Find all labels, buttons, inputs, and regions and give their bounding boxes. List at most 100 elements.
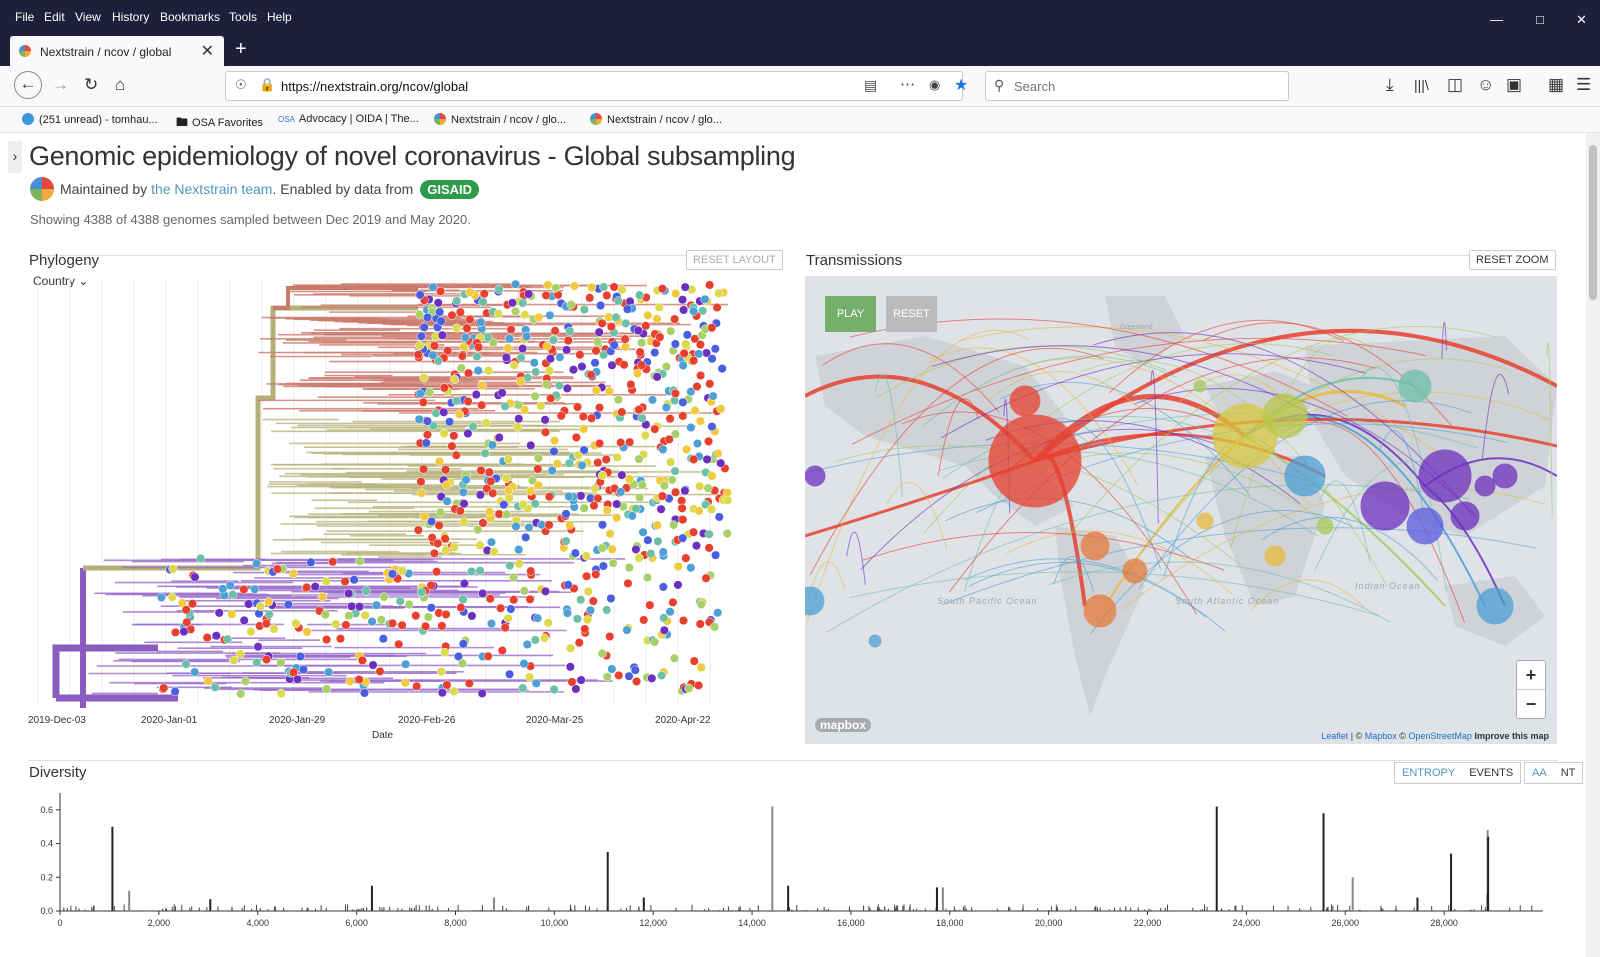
- reader-view-icon[interactable]: ▤: [864, 77, 877, 94]
- bookmark-star-icon[interactable]: ★: [954, 75, 968, 95]
- gisaid-logo[interactable]: GISAID: [420, 180, 480, 199]
- tree-tip: [695, 340, 705, 350]
- tree-tip: [179, 627, 189, 637]
- tree-tip: [574, 638, 584, 648]
- improve-map-link[interactable]: Improve this map: [1474, 731, 1549, 741]
- bookmark-advocacy[interactable]: OSA Advocacy | OIDA | The...: [278, 113, 419, 125]
- entropy-toggle[interactable]: ENTROPY: [1395, 767, 1462, 779]
- account-icon[interactable]: ☺: [1477, 75, 1494, 95]
- minimize-icon[interactable]: —: [1490, 12, 1503, 27]
- menu-edit[interactable]: Edit: [44, 10, 65, 24]
- tree-tip: [635, 493, 645, 503]
- tree-tip: [549, 684, 559, 694]
- tree-tip: [478, 518, 488, 528]
- tree-tip: [520, 310, 530, 320]
- search-box[interactable]: ⚲ Search: [985, 71, 1289, 101]
- tree-tip: [583, 586, 593, 596]
- map-label: South Atlantic Ocean: [1175, 596, 1280, 606]
- nt-toggle[interactable]: NT: [1554, 767, 1583, 779]
- page-scrollbar[interactable]: [1586, 133, 1600, 957]
- tree-tip: [583, 615, 593, 625]
- hamburger-menu-icon[interactable]: ☰: [1576, 75, 1591, 95]
- nextstrain-team-link[interactable]: the Nextstrain team: [151, 181, 272, 197]
- pocket-icon[interactable]: ◉: [929, 77, 940, 93]
- events-toggle[interactable]: EVENTS: [1462, 767, 1520, 779]
- tree-tip: [601, 454, 611, 465]
- aa-toggle[interactable]: AA: [1525, 767, 1554, 779]
- bookmark-osa-favorites[interactable]: 🖿 OSA Favorites: [176, 113, 263, 134]
- play-button[interactable]: PLAY: [825, 296, 876, 332]
- sidebar-icon[interactable]: ◫: [1447, 75, 1463, 95]
- shield-icon[interactable]: ☉: [235, 77, 247, 93]
- leaflet-link[interactable]: Leaflet: [1321, 731, 1348, 741]
- tree-tip: [264, 609, 274, 619]
- bookmark-nextstrain-2[interactable]: Nextstrain / ncov / glo...: [590, 113, 722, 126]
- menu-history[interactable]: History: [112, 10, 149, 24]
- diversity-chart[interactable]: 0.0 0.2 0.4 0.6 0 2,000 4,000 6,000 8,000 10,000 1…: [25, 785, 1585, 940]
- tree-tip: [544, 366, 554, 376]
- mapbox-logo[interactable]: mapbox: [815, 718, 872, 732]
- tree-tip: [524, 672, 534, 682]
- tree-tip: [695, 416, 705, 426]
- tree-tip: [707, 471, 717, 481]
- forward-icon[interactable]: →: [52, 75, 69, 95]
- tree-tip: [471, 390, 481, 400]
- close-tab-icon[interactable]: ✕: [201, 41, 214, 61]
- bookmarks-toolbar: (251 unread) - tomhau... 🖿 OSA Favorites …: [0, 107, 1600, 133]
- tree-tip: [616, 437, 626, 448]
- location-circle: [1083, 594, 1117, 628]
- zoom-in-button[interactable]: +: [1517, 661, 1545, 690]
- back-icon[interactable]: ←: [14, 71, 42, 99]
- tree-tip: [236, 689, 246, 699]
- tree-tip: [701, 573, 711, 583]
- tree-tip: [516, 376, 526, 386]
- menu-help[interactable]: Help: [267, 10, 292, 24]
- library-icon[interactable]: |||\: [1414, 77, 1429, 93]
- tree-tip: [555, 352, 565, 362]
- map-label: Greenland: [1120, 324, 1153, 331]
- tree-tip: [500, 623, 510, 633]
- tree-tip: [562, 345, 572, 355]
- reset-button[interactable]: RESET: [886, 296, 937, 332]
- tree-tip: [514, 400, 524, 410]
- reload-icon[interactable]: ↻: [84, 75, 98, 95]
- osm-link[interactable]: OpenStreetMap: [1408, 731, 1472, 741]
- reset-zoom-button[interactable]: RESET ZOOM: [1469, 250, 1556, 270]
- close-window-icon[interactable]: ✕: [1576, 12, 1587, 28]
- tree-tip: [717, 364, 727, 374]
- tree-tip: [478, 297, 488, 307]
- extension-icon[interactable]: ▣: [1506, 75, 1522, 95]
- scrollbar-thumb[interactable]: [1589, 145, 1597, 300]
- new-tab-icon[interactable]: +: [235, 38, 247, 61]
- tree-tip: [451, 396, 461, 406]
- tree-tip: [229, 655, 239, 665]
- entropy-events-toggle: ENTROPY EVENTS: [1394, 762, 1522, 784]
- menu-tools[interactable]: Tools: [229, 10, 257, 24]
- tree-tip: [397, 620, 407, 630]
- phylogeny-tree[interactable]: [28, 278, 773, 748]
- address-bar[interactable]: ☉ 🔒 https://nextstrain.org/ncov/global ▤…: [225, 71, 968, 101]
- tab-nextstrain[interactable]: Nextstrain / ncov / global ✕: [10, 36, 224, 66]
- map-canvas[interactable]: [805, 276, 1557, 744]
- tree-tip: [239, 584, 249, 594]
- menu-view[interactable]: View: [75, 10, 101, 24]
- mapbox-link[interactable]: Mapbox: [1365, 731, 1397, 741]
- more-actions-icon[interactable]: ⋯: [900, 75, 915, 93]
- bookmark-mail[interactable]: (251 unread) - tomhau...: [22, 113, 158, 126]
- bookmark-nextstrain-1[interactable]: Nextstrain / ncov / glo...: [434, 113, 566, 126]
- tree-tip: [486, 619, 497, 629]
- tree-tip: [458, 594, 468, 604]
- maximize-icon[interactable]: □: [1536, 12, 1544, 27]
- menu-file[interactable]: File: [15, 10, 34, 24]
- x-tick-label: 4,000: [246, 918, 269, 928]
- home-icon[interactable]: ⌂: [115, 75, 125, 95]
- reset-layout-button[interactable]: RESET LAYOUT: [686, 250, 783, 270]
- sidebar-toggle-icon[interactable]: ›: [8, 141, 22, 173]
- transmission-map[interactable]: South Pacific Ocean South Atlantic Ocean…: [805, 276, 1557, 744]
- map-label: Indian Ocean: [1355, 581, 1421, 591]
- menu-bookmarks[interactable]: Bookmarks: [160, 10, 220, 24]
- zoom-out-button[interactable]: −: [1517, 690, 1545, 718]
- extension-puzzle-icon[interactable]: ▦: [1548, 75, 1564, 95]
- tree-tip: [591, 385, 601, 395]
- download-icon[interactable]: ⤓: [1386, 75, 1394, 95]
